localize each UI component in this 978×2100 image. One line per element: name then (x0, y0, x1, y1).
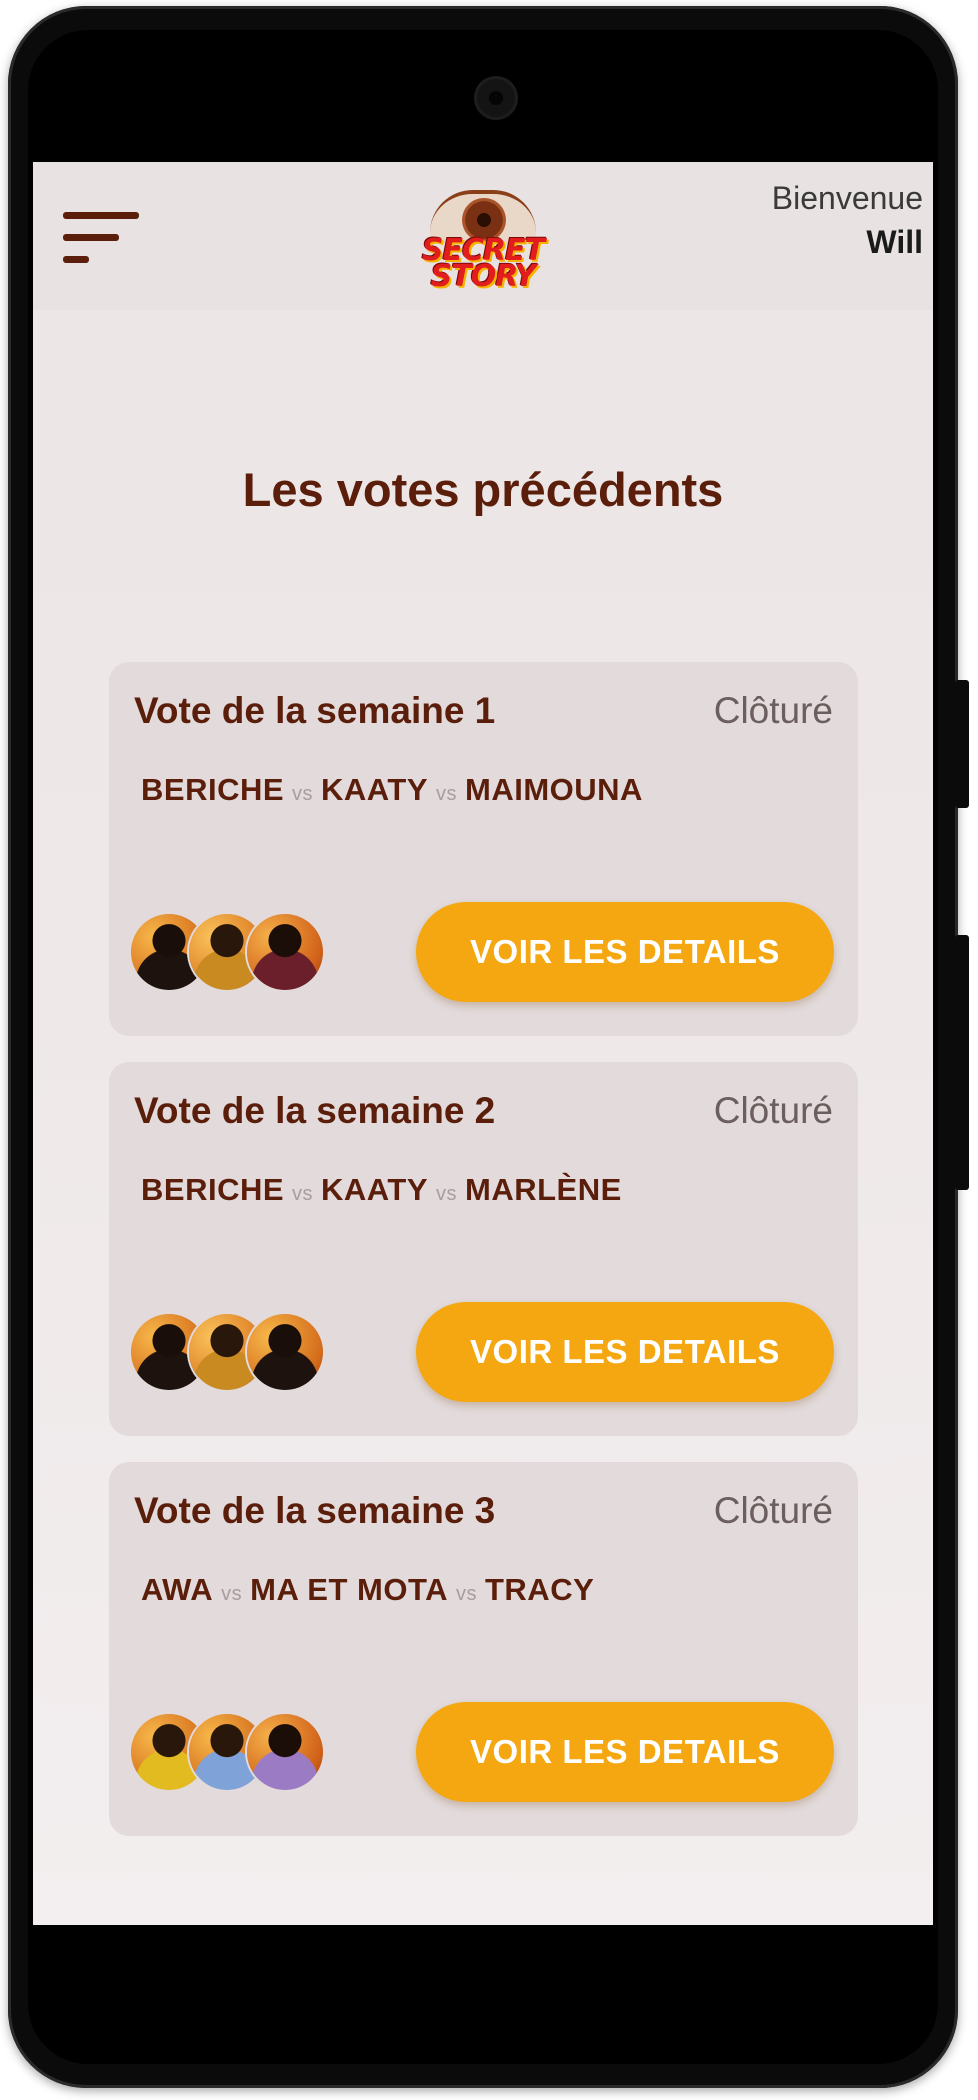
page-title: Les votes précédents (242, 463, 724, 516)
nominee-avatars (131, 1314, 331, 1390)
power-button (955, 680, 969, 808)
nominee-name: MA ET MOTA (250, 1572, 448, 1607)
vs-separator: vs (292, 783, 314, 805)
menu-line (63, 256, 89, 263)
vote-nominees: BERICHE vs KAATY vs MARLÈNE (141, 1172, 622, 1208)
vote-status-label: Clôturé (713, 1090, 833, 1131)
vote-card-title: Vote de la semaine 1 (134, 690, 496, 731)
nominee-name: BERICHE (141, 1172, 285, 1207)
nominee-avatars (131, 914, 331, 990)
avatar (247, 1714, 323, 1790)
vote-status-label: Clôturé (713, 690, 833, 731)
nominee-name: BERICHE (141, 772, 285, 807)
view-details-button[interactable]: VOIR LES DETAILS (416, 902, 834, 1002)
vote-card: Vote de la semaine 2 Clôturé BERICHE vs KA… (109, 1062, 858, 1436)
vote-status-label: Clôturé (713, 1490, 833, 1531)
nominee-name: AWA (141, 1572, 214, 1607)
view-details-button[interactable]: VOIR LES DETAILS (416, 1702, 834, 1802)
vs-separator: vs (292, 1183, 314, 1205)
menu-line (63, 234, 119, 241)
volume-button (955, 935, 969, 1190)
hamburger-menu-icon[interactable] (63, 212, 143, 272)
avatar (247, 914, 323, 990)
nominee-name: MARLÈNE (465, 1172, 622, 1207)
menu-line (63, 212, 139, 219)
logo-text-line2: STORY (430, 259, 537, 294)
vs-separator: vs (455, 1583, 477, 1605)
welcome-block: Bienvenue Will (772, 176, 923, 264)
vs-separator: vs (436, 1183, 457, 1205)
front-camera-icon (474, 76, 518, 120)
app-header: SECRET STORY Bienvenue Will (33, 162, 933, 310)
secret-story-logo[interactable]: SECRET STORY (418, 190, 548, 292)
welcome-greeting: Bienvenue (771, 180, 923, 216)
nominee-name: MAIMOUNA (465, 772, 643, 807)
vote-card-title: Vote de la semaine 2 (134, 1090, 496, 1131)
vote-nominees: BERICHE vs KAATY vs MAIMOUNA (141, 772, 643, 808)
nominee-name: TRACY (484, 1572, 595, 1607)
vote-card: Vote de la semaine 1 Clôturé BERICHE vs KA… (109, 662, 858, 1036)
vote-nominees: AWA vs MA ET MOTA vs TRACY (141, 1572, 594, 1608)
vote-card: Vote de la semaine 3 Clôturé AWA vs MA ET … (109, 1462, 858, 1836)
vs-separator: vs (221, 1583, 243, 1605)
avatar (247, 1314, 323, 1390)
nominee-avatars (131, 1714, 331, 1790)
vs-separator: vs (436, 783, 457, 805)
vote-card-title: Vote de la semaine 3 (134, 1490, 496, 1531)
nominee-name: KAATY (321, 1172, 428, 1207)
nominee-name: KAATY (321, 772, 428, 807)
welcome-username: Will (866, 224, 923, 260)
app-screen: SECRET STORY Bienvenue Will Les votes pr… (33, 162, 933, 1925)
view-details-button[interactable]: VOIR LES DETAILS (416, 1302, 834, 1402)
